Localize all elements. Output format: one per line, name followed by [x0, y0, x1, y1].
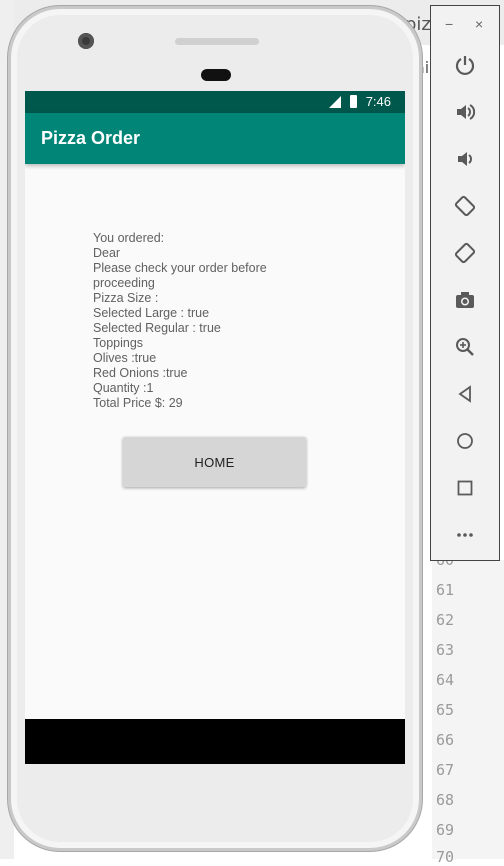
order-line: Total Price $: 29	[93, 396, 183, 410]
line-number: 63	[436, 641, 455, 659]
line-number: 64	[436, 671, 455, 689]
line-number: 67	[436, 761, 455, 779]
overview-icon[interactable]	[451, 474, 479, 502]
emulator-toolbar: − ×	[430, 5, 500, 561]
order-line: Red Onions :true	[93, 366, 188, 380]
line-number: 70	[436, 848, 455, 866]
speaker-grille	[175, 38, 259, 45]
phone-screen: 7:46 Pizza Order You ordered: Dear Pleas…	[25, 91, 405, 764]
line-number: 62	[436, 611, 455, 629]
phone-frame: 7:46 Pizza Order You ordered: Dear Pleas…	[8, 6, 422, 851]
home-icon[interactable]	[451, 427, 479, 455]
battery-icon	[350, 95, 357, 108]
more-icon[interactable]	[451, 521, 479, 549]
order-line: Toppings	[93, 336, 144, 350]
order-line: Dear	[93, 246, 121, 260]
back-icon[interactable]	[451, 380, 479, 408]
order-line: You ordered:	[93, 231, 165, 245]
order-summary: You ordered: Dear Please check your orde…	[93, 231, 323, 411]
line-number: 65	[436, 701, 455, 719]
zoom-icon[interactable]	[451, 333, 479, 361]
order-line: Olives :true	[93, 351, 157, 365]
rotate-right-icon[interactable]	[451, 239, 479, 267]
order-line: Selected Regular : true	[93, 321, 221, 335]
app-bar: Pizza Order	[25, 113, 405, 164]
volume-up-icon[interactable]	[451, 98, 479, 126]
status-bar: 7:46	[25, 91, 405, 113]
order-line: Quantity :1	[93, 381, 154, 395]
front-camera	[78, 33, 94, 49]
volume-down-icon[interactable]	[451, 145, 479, 173]
navigation-bar	[25, 719, 405, 764]
minimize-button[interactable]: −	[445, 16, 453, 32]
power-icon[interactable]	[451, 51, 479, 79]
line-number: 69	[436, 821, 455, 839]
status-time: 7:46	[365, 94, 391, 109]
home-button[interactable]: HOME	[123, 437, 306, 487]
camera-icon[interactable]	[451, 286, 479, 314]
line-number: 61	[436, 581, 455, 599]
order-line: Selected Large : true	[93, 306, 210, 320]
line-number: 68	[436, 791, 455, 809]
close-button[interactable]: ×	[475, 16, 483, 32]
rotate-left-icon[interactable]	[451, 192, 479, 220]
earpiece	[201, 69, 231, 81]
order-line: Please check your order before proceedin…	[93, 261, 267, 290]
signal-icon	[329, 96, 341, 108]
order-line: Pizza Size :	[93, 291, 159, 305]
line-number: 66	[436, 731, 455, 749]
app-title: Pizza Order	[41, 128, 141, 148]
